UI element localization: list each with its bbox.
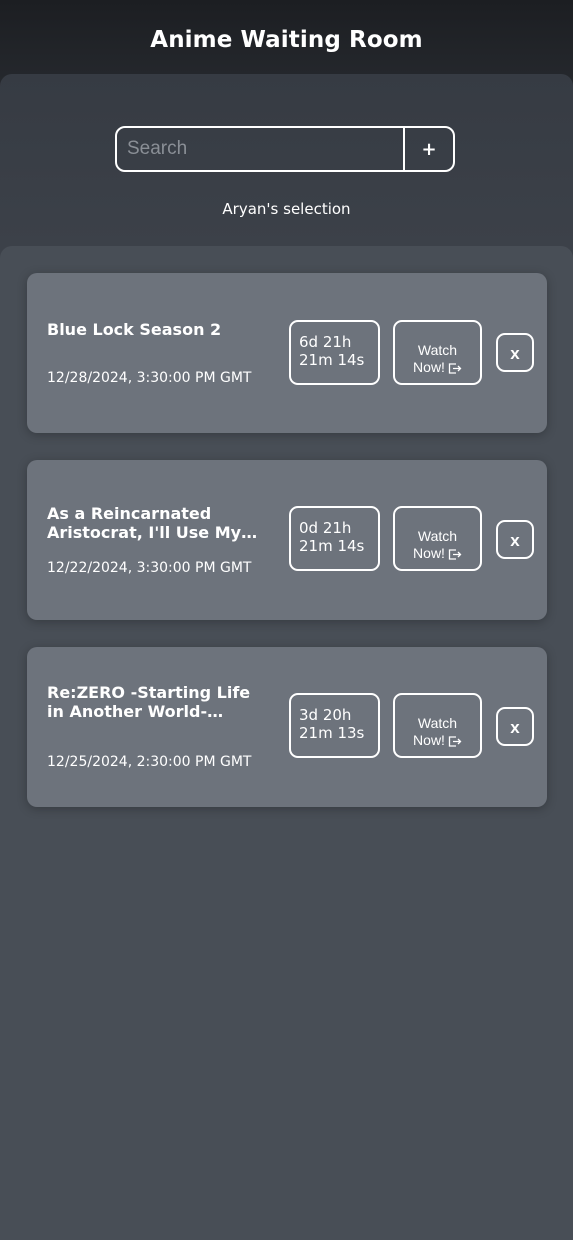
now-label: Now!	[413, 358, 445, 375]
countdown-minutes-seconds: 21m 14s	[299, 537, 365, 555]
now-label: Now!	[413, 544, 445, 561]
search-bar: +	[115, 126, 455, 172]
countdown-minutes-seconds: 21m 14s	[299, 351, 365, 369]
watch-now-button[interactable]: Watch Now!	[393, 693, 482, 758]
remove-button[interactable]: x	[496, 520, 534, 559]
search-input[interactable]	[117, 128, 403, 170]
external-link-icon	[448, 548, 462, 560]
watch-now-button[interactable]: Watch Now!	[393, 506, 482, 571]
watch-label: Watch	[417, 714, 458, 731]
anime-list: Blue Lock Season 2 12/28/2024, 3:30:00 P…	[0, 246, 573, 1240]
countdown-timer: 3d 20h 21m 13s	[289, 693, 380, 758]
release-date: 12/25/2024, 2:30:00 PM GMT	[47, 754, 252, 770]
anime-title: As a Reincarnated Aristocrat, I'll Use M…	[47, 504, 242, 542]
release-date: 12/22/2024, 3:30:00 PM GMT	[47, 560, 252, 576]
page-title: Anime Waiting Room	[150, 27, 423, 53]
now-label: Now!	[413, 731, 445, 748]
anime-card: As a Reincarnated Aristocrat, I'll Use M…	[27, 460, 547, 620]
anime-card: Blue Lock Season 2 12/28/2024, 3:30:00 P…	[27, 273, 547, 433]
anime-title: Re:ZERO -Starting Life in Another World-…	[47, 683, 251, 721]
release-date: 12/28/2024, 3:30:00 PM GMT	[47, 370, 252, 386]
external-link-icon	[448, 362, 462, 374]
remove-button[interactable]: x	[496, 707, 534, 746]
countdown-days-hours: 6d 21h	[299, 333, 352, 351]
selection-label: Aryan's selection	[222, 200, 351, 218]
external-link-icon	[448, 735, 462, 747]
countdown-days-hours: 0d 21h	[299, 519, 352, 537]
countdown-timer: 6d 21h 21m 14s	[289, 320, 380, 385]
countdown-minutes-seconds: 21m 13s	[299, 724, 365, 742]
watch-label: Watch	[417, 341, 458, 358]
countdown-days-hours: 3d 20h	[299, 706, 352, 724]
anime-title: Blue Lock Season 2	[47, 320, 222, 339]
remove-button[interactable]: x	[496, 333, 534, 372]
watch-label: Watch	[417, 527, 458, 544]
anime-card: Re:ZERO -Starting Life in Another World-…	[27, 647, 547, 807]
add-button[interactable]: +	[403, 128, 453, 170]
watch-now-button[interactable]: Watch Now!	[393, 320, 482, 385]
countdown-timer: 0d 21h 21m 14s	[289, 506, 380, 571]
